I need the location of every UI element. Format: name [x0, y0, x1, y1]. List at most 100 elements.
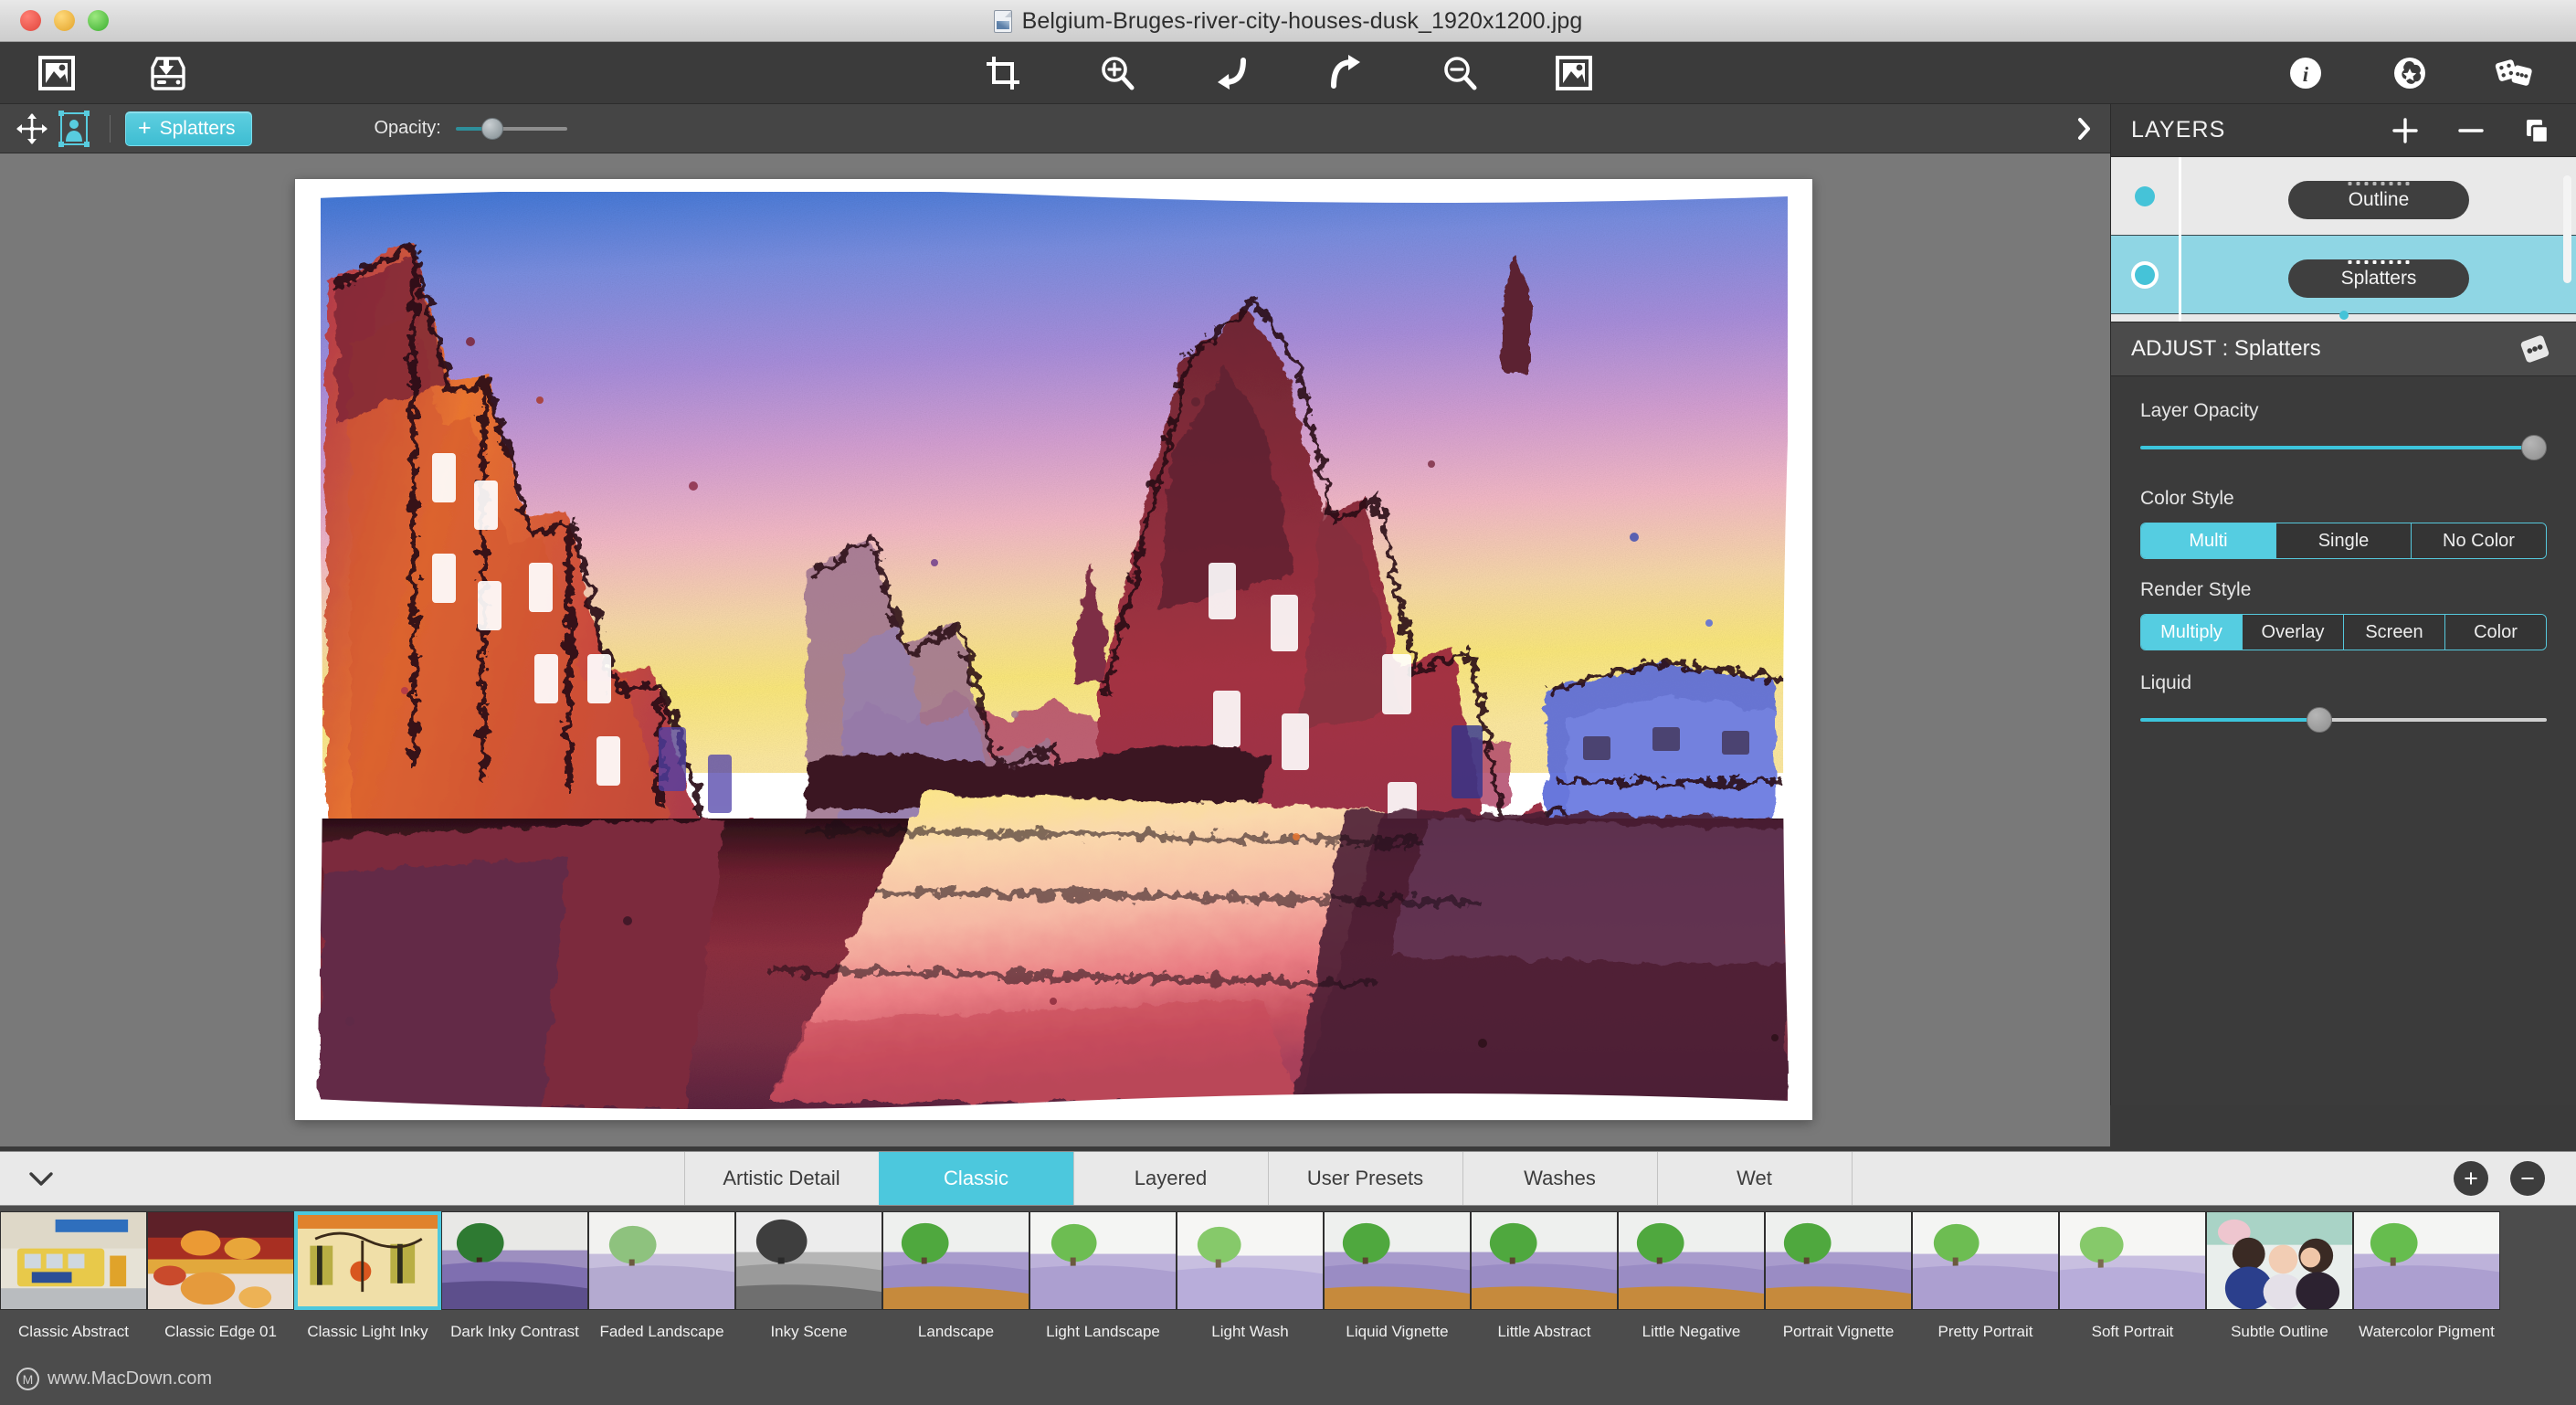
preset-classic-abstract[interactable]: Classic Abstract: [0, 1211, 147, 1342]
layers-page-indicator: [2338, 311, 2349, 320]
preset-little-negative[interactable]: Little Negative: [1618, 1211, 1765, 1342]
preset-light-landscape[interactable]: Light Landscape: [1029, 1211, 1177, 1342]
window-title: Belgium-Bruges-river-city-houses-dusk_19…: [1021, 7, 1583, 34]
color-style-segmented-control[interactable]: Multi Single No Color: [2140, 523, 2547, 559]
dice-icon[interactable]: [2516, 333, 2554, 364]
preset-inky-scene[interactable]: Inky Scene: [735, 1211, 882, 1342]
preset-label: Subtle Outline: [2231, 1323, 2328, 1340]
close-button[interactable]: [20, 10, 41, 31]
toolbar-center-group: [0, 42, 2576, 104]
preset-pretty-portrait[interactable]: Pretty Portrait: [1912, 1211, 2059, 1342]
render-style-option-color[interactable]: Color: [2445, 615, 2546, 650]
add-splatters-button[interactable]: + Splatters: [125, 111, 253, 146]
preset-label: Dark Inky Contrast: [450, 1323, 579, 1340]
liquid-handle[interactable]: [2306, 707, 2332, 733]
preset-label: Light Wash: [1211, 1323, 1289, 1340]
minimize-button[interactable]: [54, 10, 75, 31]
preset-soft-portrait[interactable]: Soft Portrait: [2059, 1211, 2206, 1342]
redo-icon[interactable]: [1325, 53, 1366, 93]
preset-thumbnail: [2353, 1211, 2500, 1310]
render-style-option-multiply[interactable]: Multiply: [2141, 615, 2243, 650]
move-tool[interactable]: [11, 111, 53, 147]
layers-header: LAYERS: [2111, 104, 2576, 157]
layer-drag-handle[interactable]: [2348, 259, 2410, 264]
layers-list[interactable]: Outline Splatters Watercolor: [2111, 157, 2576, 322]
preset-little-abstract[interactable]: Little Abstract: [1471, 1211, 1618, 1342]
layer-visibility-toggle[interactable]: [2111, 185, 2179, 206]
preset-thumbnail: [294, 1211, 441, 1310]
zoom-in-icon[interactable]: [1097, 53, 1137, 93]
liquid-slider[interactable]: [2140, 707, 2547, 733]
layer-opacity-label: Layer Opacity: [2140, 400, 2259, 421]
layer-divider: [2179, 313, 2181, 322]
preset-thumbnail: [1618, 1211, 1765, 1310]
remove-preset-button[interactable]: −: [2510, 1161, 2545, 1196]
layer-name-outline[interactable]: Outline: [2288, 180, 2469, 219]
preset-classic-light-inky[interactable]: Classic Light Inky: [294, 1211, 441, 1342]
preset-strip[interactable]: Classic Abstract Classic Edge 01 Classic…: [0, 1206, 2576, 1405]
color-style-option-multi[interactable]: Multi: [2141, 523, 2276, 558]
transform-tool[interactable]: [53, 110, 95, 147]
preset-portrait-vignette[interactable]: Portrait Vignette: [1765, 1211, 1912, 1342]
preset-thumbnail: [1765, 1211, 1912, 1310]
expand-panel-chevron-icon[interactable]: [2072, 116, 2097, 142]
render-style-segmented-control[interactable]: Multiply Overlay Screen Color: [2140, 614, 2547, 650]
tab-user-presets[interactable]: User Presets: [1267, 1152, 1462, 1205]
opacity-label: Opacity:: [374, 118, 441, 138]
tab-wet[interactable]: Wet: [1656, 1152, 1852, 1205]
plus-icon: +: [138, 115, 152, 141]
layer-main: Splatters: [2181, 252, 2576, 298]
preset-thumbnail: [0, 1211, 147, 1310]
info-icon[interactable]: i: [2286, 53, 2326, 93]
artboard[interactable]: [295, 179, 1812, 1120]
remove-layer-button[interactable]: [2457, 117, 2485, 144]
opacity-slider-handle[interactable]: [480, 117, 503, 140]
add-layer-button[interactable]: [2391, 117, 2419, 144]
preset-label: Faded Landscape: [599, 1323, 724, 1340]
render-style-option-screen[interactable]: Screen: [2344, 615, 2445, 650]
preset-dark-inky-contrast[interactable]: Dark Inky Contrast: [441, 1211, 588, 1342]
tab-classic[interactable]: Classic: [878, 1152, 1073, 1205]
render-style-option-overlay[interactable]: Overlay: [2243, 615, 2344, 650]
layer-main: Outline: [2181, 174, 2576, 219]
layers-scrollbar[interactable]: [2563, 175, 2571, 283]
layer-name-splatters[interactable]: Splatters: [2288, 259, 2469, 298]
layer-row-splatters[interactable]: Splatters: [2111, 235, 2576, 314]
preset-label: Liquid Vignette: [1346, 1323, 1449, 1340]
preset-liquid-vignette[interactable]: Liquid Vignette: [1324, 1211, 1471, 1342]
layer-visibility-toggle[interactable]: [2111, 264, 2179, 285]
crop-icon[interactable]: [983, 53, 1023, 93]
preset-classic-edge-01[interactable]: Classic Edge 01: [147, 1211, 294, 1342]
layer-opacity-slider[interactable]: [2140, 435, 2547, 460]
undo-icon[interactable]: [1211, 53, 1251, 93]
preset-landscape[interactable]: Landscape: [882, 1211, 1029, 1342]
color-style-option-single[interactable]: Single: [2276, 523, 2412, 558]
preset-subtle-outline[interactable]: Subtle Outline: [2206, 1211, 2353, 1342]
layer-opacity-handle[interactable]: [2521, 435, 2547, 460]
preset-faded-landscape[interactable]: Faded Landscape: [588, 1211, 735, 1342]
canvas-area[interactable]: [0, 153, 2110, 1146]
fit-image-icon[interactable]: [1554, 53, 1594, 93]
tab-layered[interactable]: Layered: [1072, 1152, 1268, 1205]
liquid-label: Liquid: [2140, 672, 2192, 693]
dice-icon[interactable]: [2494, 53, 2534, 93]
preset-watercolor-pigment[interactable]: Watercolor Pigment: [2353, 1211, 2500, 1342]
tab-artistic-detail[interactable]: Artistic Detail: [683, 1152, 879, 1205]
tab-washes[interactable]: Washes: [1462, 1152, 1657, 1205]
preset-light-wash[interactable]: Light Wash: [1177, 1211, 1324, 1342]
preset-thumbnail: [1029, 1211, 1177, 1310]
render-style-label: Render Style: [2140, 579, 2252, 600]
preset-label: Little Abstract: [1497, 1323, 1591, 1340]
collapse-presets-chevron-icon[interactable]: [0, 1152, 82, 1205]
color-style-option-no-color[interactable]: No Color: [2412, 523, 2546, 558]
opacity-slider[interactable]: [455, 117, 567, 140]
duplicate-layer-button[interactable]: [2523, 117, 2550, 144]
add-preset-button[interactable]: +: [2454, 1161, 2488, 1196]
layer-drag-handle[interactable]: [2348, 181, 2410, 185]
preset-thumbnail: [2059, 1211, 2206, 1310]
zoom-out-icon[interactable]: [1440, 53, 1480, 93]
settings-icon[interactable]: [2390, 53, 2430, 93]
layer-row-outline[interactable]: Outline: [2111, 157, 2576, 236]
zoom-button[interactable]: [88, 10, 109, 31]
preset-label: Classic Edge 01: [164, 1323, 277, 1340]
